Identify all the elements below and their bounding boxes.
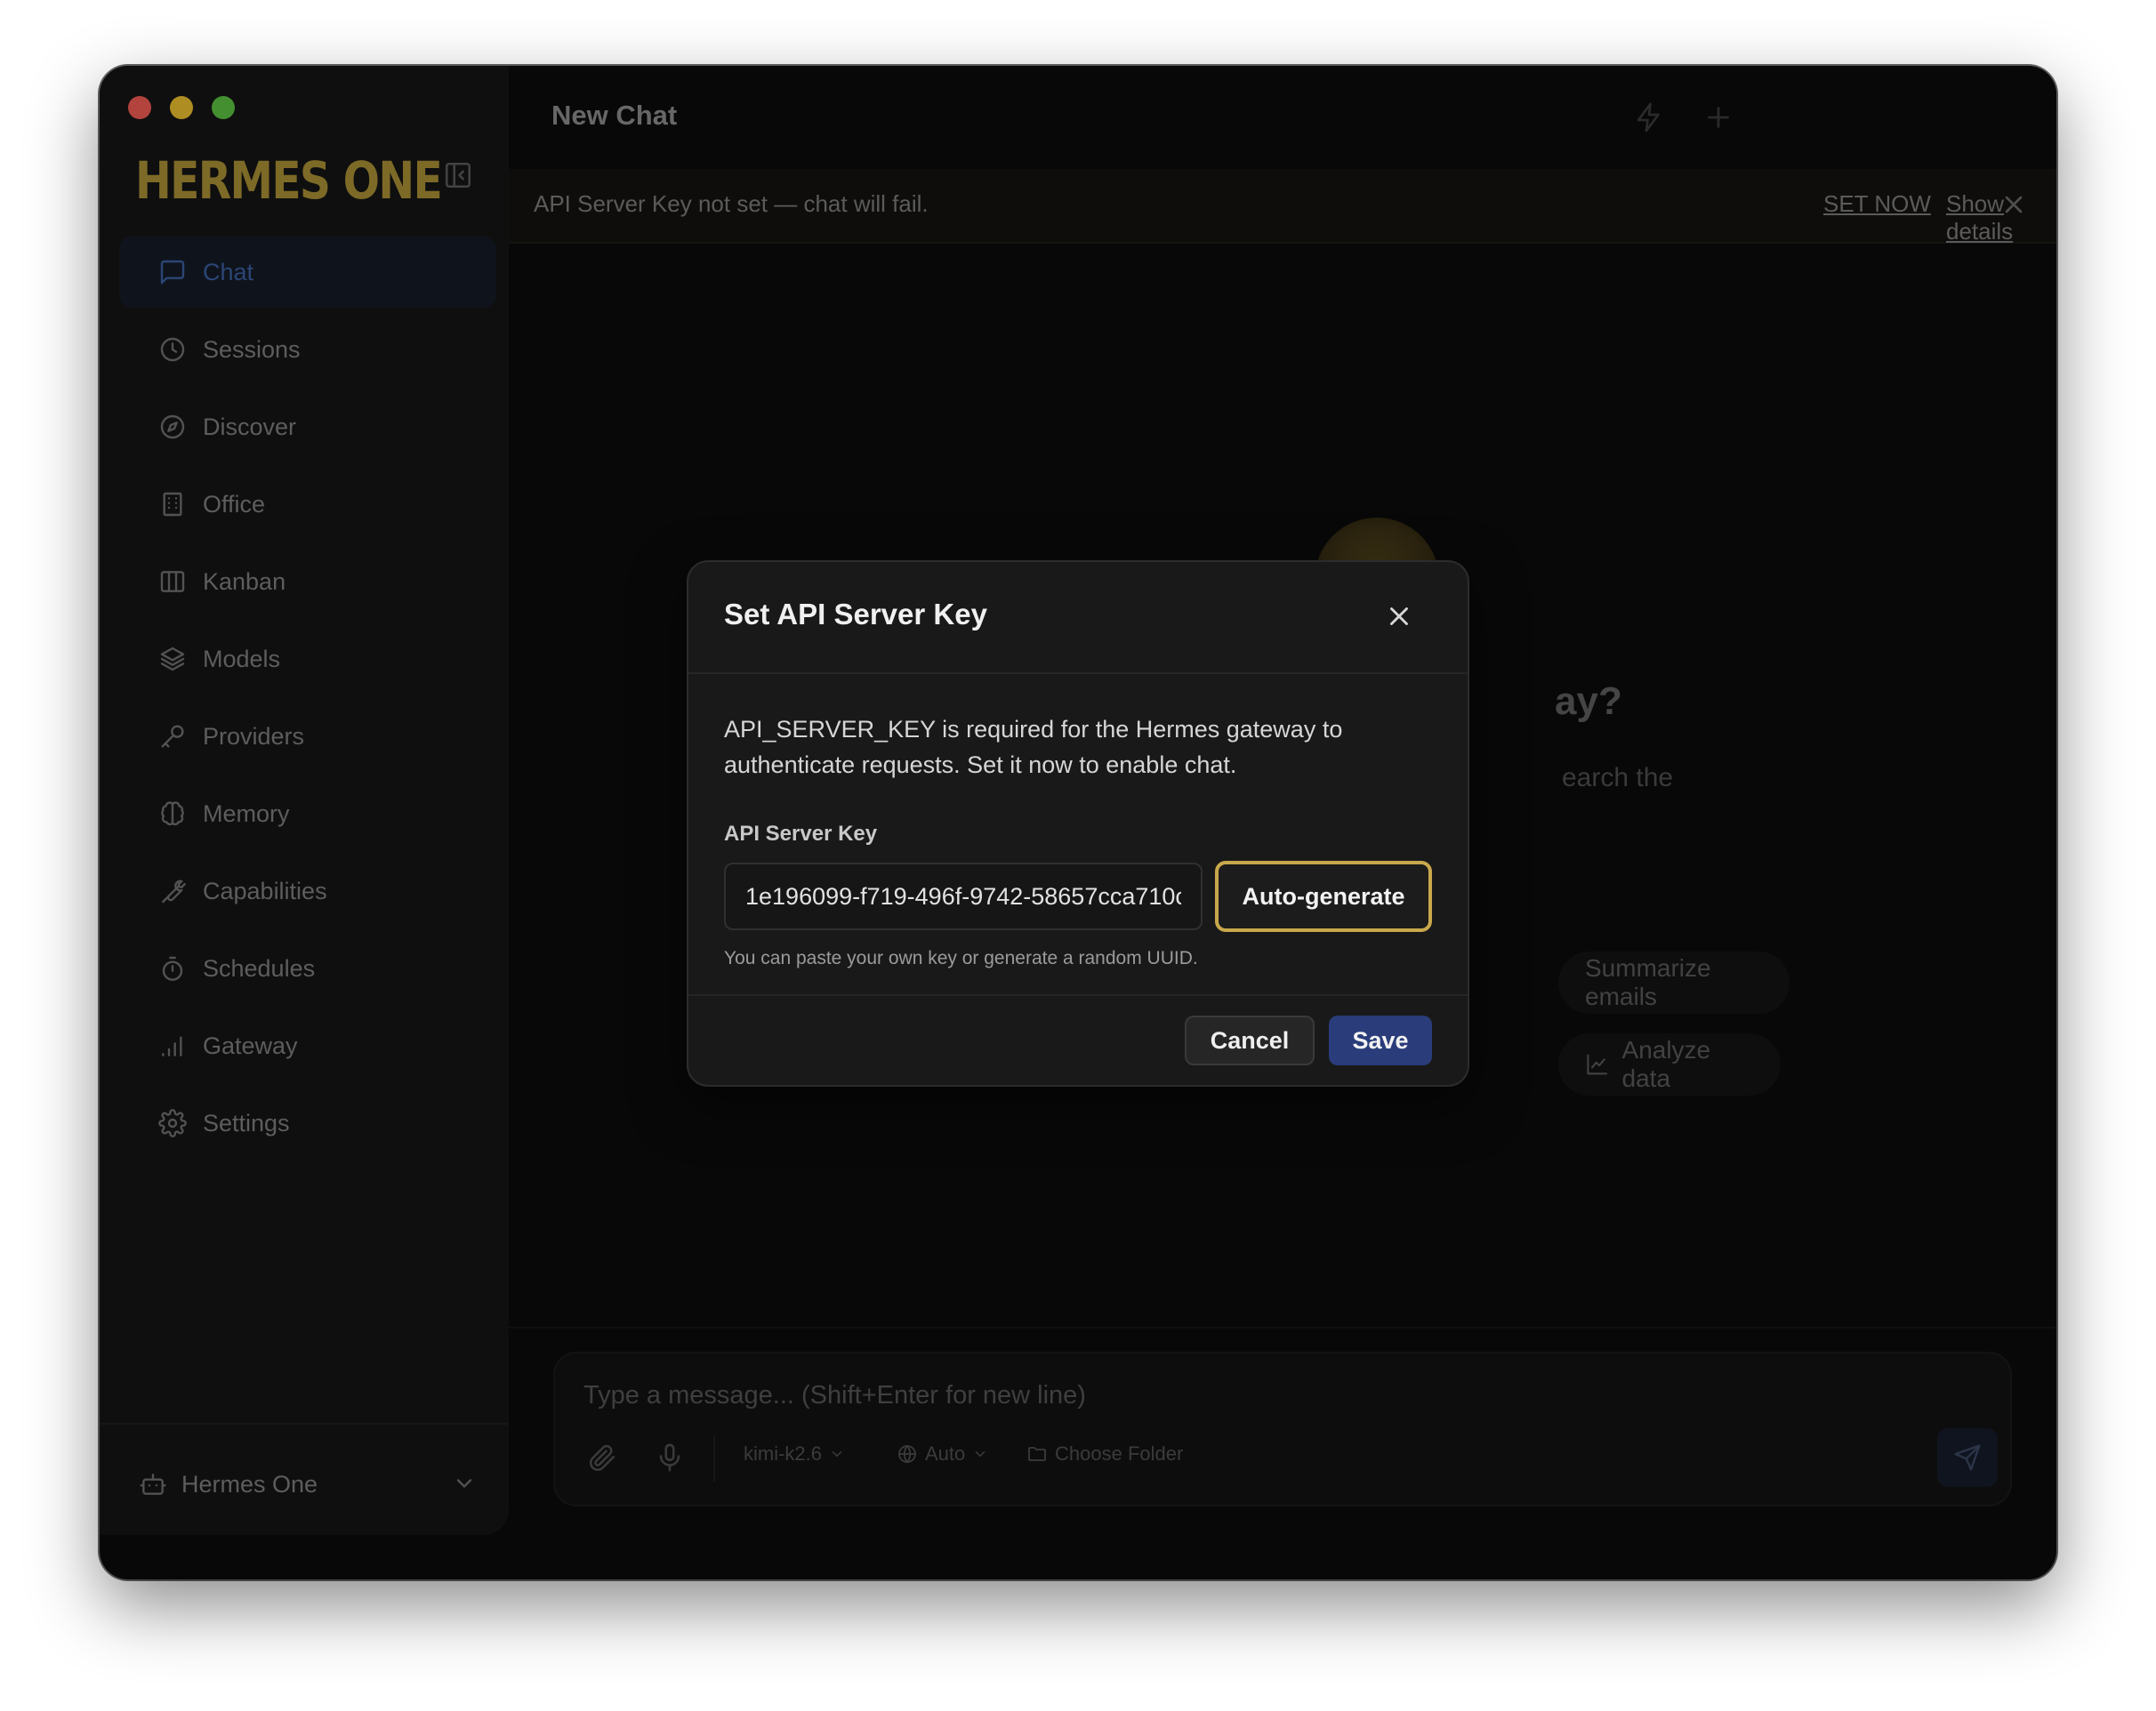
app-window: HERMES ONE Chat Sessions Discover Office bbox=[100, 66, 2056, 1579]
api-key-label: API Server Key bbox=[724, 822, 878, 846]
set-api-key-dialog: Set API Server Key API_SERVER_KEY is req… bbox=[687, 560, 1469, 1087]
dialog-divider bbox=[688, 994, 1468, 996]
dialog-divider bbox=[688, 672, 1468, 674]
api-key-input[interactable] bbox=[724, 863, 1203, 930]
auto-generate-button[interactable]: Auto-generate bbox=[1215, 861, 1432, 932]
close-icon[interactable] bbox=[1384, 601, 1414, 631]
dialog-description: API_SERVER_KEY is required for the Herme… bbox=[724, 716, 1343, 778]
cancel-button[interactable]: Cancel bbox=[1185, 1016, 1315, 1065]
save-button[interactable]: Save bbox=[1329, 1016, 1432, 1065]
api-key-hint: You can paste your own key or generate a… bbox=[724, 948, 1198, 968]
dialog-title: Set API Server Key bbox=[724, 598, 987, 631]
